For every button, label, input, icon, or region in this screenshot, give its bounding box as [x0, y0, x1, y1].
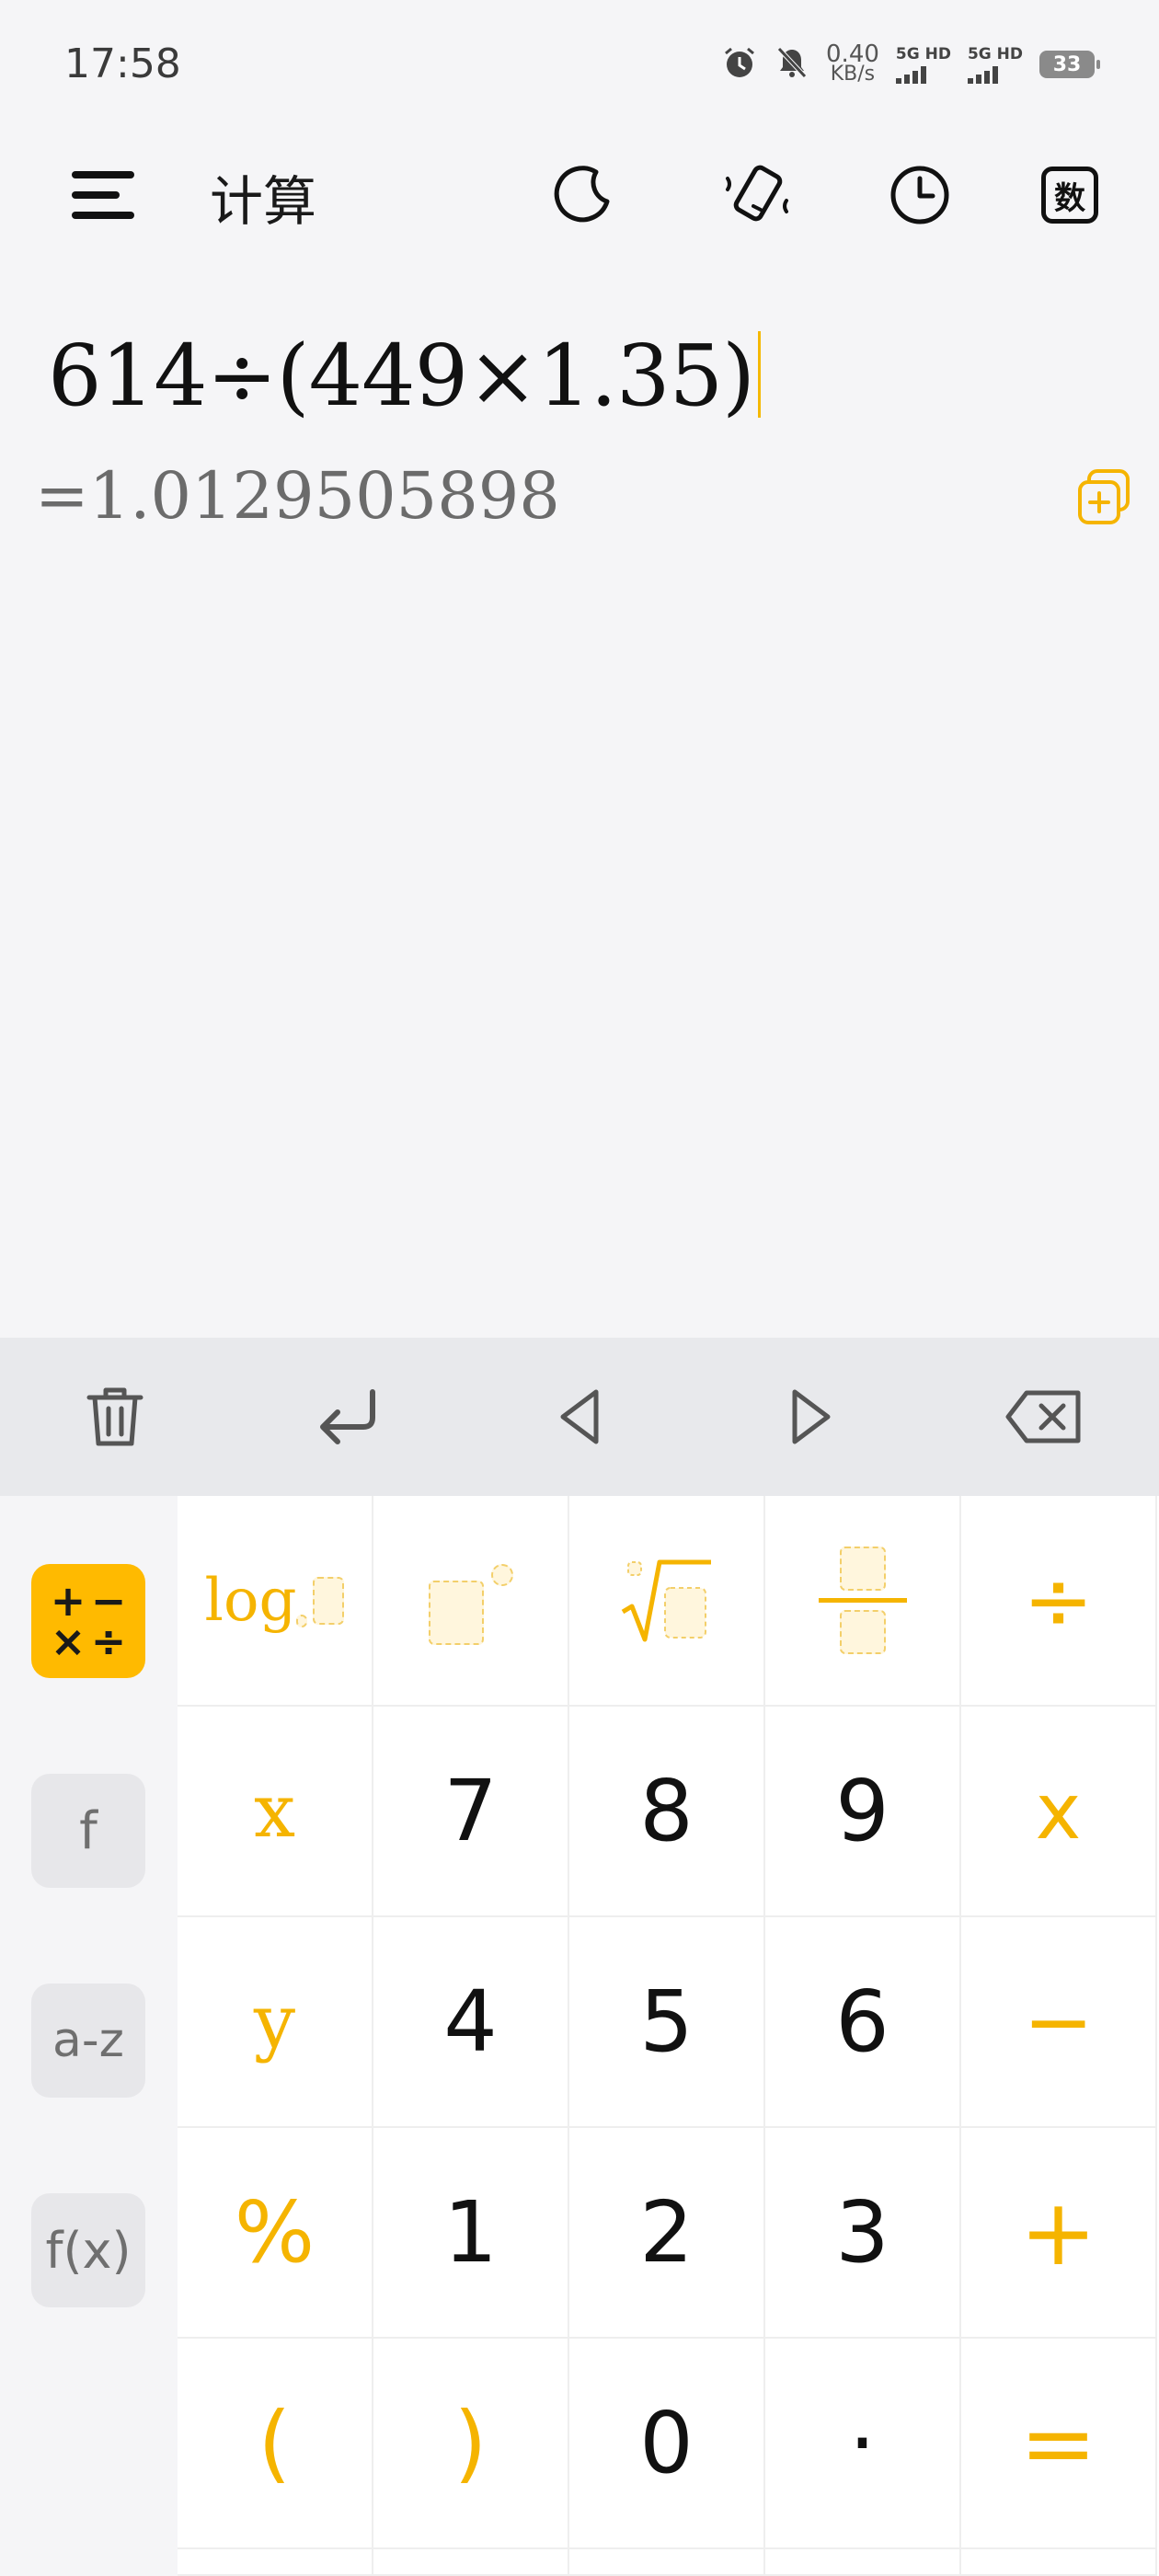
clear-trash-icon[interactable]: [69, 1371, 161, 1463]
result-display: =1.0129505898: [35, 458, 560, 534]
digit-5-key[interactable]: 5: [569, 1917, 765, 2128]
number-mode-icon: 数: [1041, 167, 1098, 224]
keypad-row-overflow: [373, 2549, 569, 2576]
functions-tab[interactable]: f: [31, 1774, 145, 1888]
root-key[interactable]: [569, 1496, 765, 1707]
sim2-signal: 5G HD: [967, 46, 1023, 84]
open-paren-key[interactable]: (: [178, 2339, 373, 2549]
menu-icon[interactable]: [57, 149, 149, 241]
divide-key[interactable]: ÷: [961, 1496, 1157, 1707]
cursor-left-icon[interactable]: [534, 1371, 625, 1463]
page-title: 计算: [210, 170, 317, 233]
status-icons: 0.40 KB/s 5G HD 5G HD 33: [721, 40, 1100, 86]
close-paren-key[interactable]: ): [373, 2339, 569, 2549]
custom-function-tab[interactable]: f(x): [31, 2193, 145, 2307]
number-mode-button[interactable]: 数: [1024, 149, 1116, 241]
minus-key[interactable]: −: [961, 1917, 1157, 2128]
keypad-row-overflow: [961, 2549, 1157, 2576]
equals-key[interactable]: =: [961, 2339, 1157, 2549]
history-icon[interactable]: [874, 149, 966, 241]
digit-3-key[interactable]: 3: [765, 2128, 961, 2339]
var-y-key[interactable]: y: [178, 1917, 373, 2128]
power-key[interactable]: [373, 1496, 569, 1707]
battery-indicator: 33: [1039, 51, 1100, 78]
digit-0-key[interactable]: 0: [569, 2339, 765, 2549]
digit-2-key[interactable]: 2: [569, 2128, 765, 2339]
sim1-signal: 5G HD: [895, 46, 951, 84]
text-cursor: [758, 331, 761, 418]
variables-tab[interactable]: a-z: [31, 1984, 145, 2098]
keypad-grid: log ÷ x 7 8 9 x y 4 5 6 − % 1 2 3 + () …: [178, 1496, 1159, 2576]
decimal-point-key[interactable]: ·: [765, 2339, 961, 2549]
digit-7-key[interactable]: 7: [373, 1707, 569, 1917]
dark-mode-icon[interactable]: [538, 149, 630, 241]
digit-6-key[interactable]: 6: [765, 1917, 961, 2128]
signal-bars-icon: [895, 65, 926, 84]
digit-1-key[interactable]: 1: [373, 2128, 569, 2339]
keypad: + − × ÷ f a-z f(x) log ÷ x 7 8 9 x y 4 5…: [0, 1496, 1159, 2576]
keypad-row-overflow: [178, 2549, 373, 2576]
log-key[interactable]: log: [178, 1496, 373, 1707]
digit-8-key[interactable]: 8: [569, 1707, 765, 1917]
rotate-screen-icon[interactable]: [711, 149, 803, 241]
digit-9-key[interactable]: 9: [765, 1707, 961, 1917]
mute-icon: [775, 45, 809, 84]
signal-bars-icon: [967, 65, 998, 84]
enter-newline-icon[interactable]: [302, 1371, 394, 1463]
fraction-key[interactable]: [765, 1496, 961, 1707]
basic-operators-tab[interactable]: + − × ÷: [31, 1564, 145, 1678]
digit-4-key[interactable]: 4: [373, 1917, 569, 2128]
copy-result-icon[interactable]: [1067, 460, 1141, 534]
keypad-row-overflow: [765, 2549, 961, 2576]
keypad-row-overflow: [569, 2549, 765, 2576]
status-time: 17:58: [64, 40, 181, 87]
cursor-right-icon[interactable]: [765, 1371, 857, 1463]
network-speed: 0.40 KB/s: [826, 40, 879, 86]
edit-toolbar: [0, 1338, 1159, 1496]
percent-key[interactable]: %: [178, 2128, 373, 2339]
expression-display[interactable]: 614÷(449×1.35): [48, 327, 761, 425]
plus-key[interactable]: +: [961, 2128, 1157, 2339]
alarm-icon: [721, 44, 758, 85]
var-x-key[interactable]: x: [178, 1707, 373, 1917]
multiply-key[interactable]: x: [961, 1707, 1157, 1917]
status-bar: 17:58 0.40 KB/s 5G HD 5G HD 33: [0, 0, 1159, 138]
backspace-icon[interactable]: [998, 1371, 1090, 1463]
